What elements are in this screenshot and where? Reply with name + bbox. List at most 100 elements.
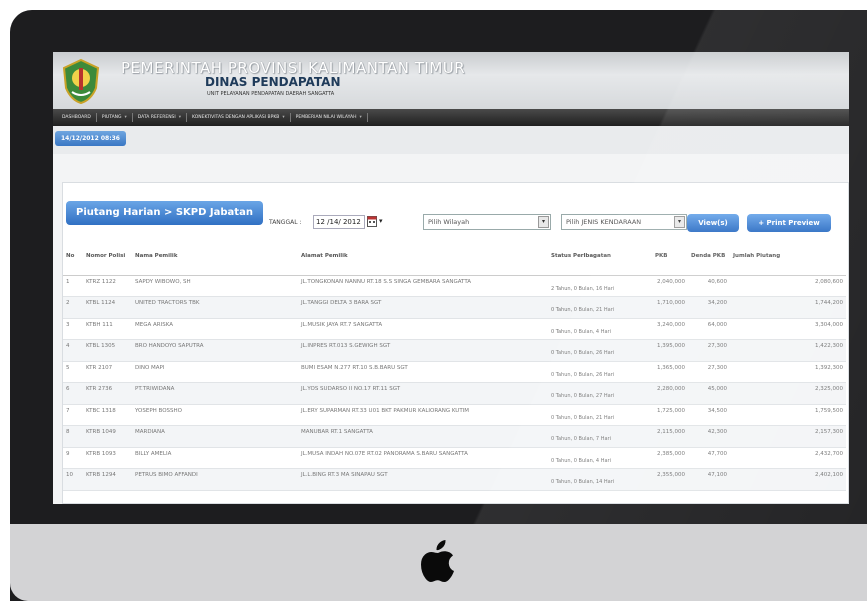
cell-no: 3	[63, 318, 83, 340]
print-preview-button[interactable]: + Print Preview	[747, 214, 831, 232]
table-body: 1 KTRZ 1122 SAPDY WIBOWO, SH JL.TONGKONAN N…	[63, 275, 846, 491]
col-header-no: No	[63, 250, 83, 276]
menu-item-data-referensi[interactable]: DATA REFERENSI ▾	[133, 113, 188, 122]
table-row[interactable]: 4 KTBL 1305 BRO HANDOYO SAPUTRA JL.INPRES R…	[63, 339, 846, 362]
calendar-icon[interactable]	[367, 215, 377, 227]
cell-nama-pemilik: UNITED TRACTORS TBK	[132, 296, 298, 319]
cell-nomor-polisi: KTBL 1124	[83, 296, 132, 319]
cell-denda: 27,300	[688, 339, 730, 362]
cell-nomor-polisi: KTRB 1294	[83, 468, 132, 491]
cell-status: 0 Tahun, 0 Bulan, 21 Hari	[548, 404, 652, 426]
table-row[interactable]: 5 KTR 2107 DINO MAPI BUMI ESAM N.277 RT.10 …	[63, 361, 846, 383]
table-row[interactable]: 1 KTRZ 1122 SAPDY WIBOWO, SH JL.TONGKONAN N…	[63, 275, 846, 297]
menu-item-dashboard[interactable]: DASHBOARD	[57, 113, 97, 122]
cell-nama-pemilik: MEGA ARISKA	[132, 318, 298, 340]
cell-pkb: 1,725,000	[652, 404, 688, 426]
cell-denda: 64,000	[688, 318, 730, 340]
wilayah-select[interactable]: Pilih Wilayah ▾	[423, 214, 551, 230]
date-bar: 14/12/2012 08:36	[53, 126, 849, 154]
cell-status: 2 Tahun, 0 Bulan, 16 Hari	[548, 275, 652, 297]
table-row[interactable]: 9 KTRB 1093 BILLY AMELIA JL.MUSA INDAH NO.0…	[63, 447, 846, 469]
date-badge[interactable]: 14/12/2012 08:36	[55, 131, 126, 146]
cell-status: 0 Tahun, 0 Bulan, 27 Hari	[548, 382, 652, 405]
cell-alamat-pemilik: JL.MUSA INDAH NO.07E RT.02 PANORAMA S.BA…	[298, 447, 548, 469]
table-row[interactable]: 10 KTRB 1294 PETRUS BIMO AFFANDI JL.L.BING …	[63, 468, 846, 491]
cell-no: 10	[63, 468, 83, 491]
cell-pkb: 2,040,000	[652, 275, 688, 297]
cell-denda: 34,200	[688, 296, 730, 319]
plus-icon: +	[758, 219, 767, 227]
cell-jumlah: 1,392,300	[730, 361, 846, 383]
cell-status: 0 Tahun, 0 Bulan, 7 Hari	[548, 425, 652, 448]
cell-no: 9	[63, 447, 83, 469]
cell-nomor-polisi: KTR 2736	[83, 382, 132, 405]
table-row[interactable]: 8 KTRB 1049 MARDIANA MANUBAR RT.1 SANGATTA 0…	[63, 425, 846, 448]
cell-denda: 27,300	[688, 361, 730, 383]
col-header-pkb: PKB	[652, 250, 688, 276]
cell-jumlah: 2,432,700	[730, 447, 846, 469]
cell-no: 6	[63, 382, 83, 405]
cell-alamat-pemilik: JL.L.BING RT.3 MA SINAPAU SGT	[298, 468, 548, 491]
cell-jumlah: 2,157,300	[730, 425, 846, 448]
col-header-denda: Denda PKB	[688, 250, 730, 276]
table-row[interactable]: 2 KTBL 1124 UNITED TRACTORS TBK JL.TANGGI D…	[63, 296, 846, 319]
cell-no: 1	[63, 275, 83, 297]
cell-pkb: 2,280,000	[652, 382, 688, 405]
monitor-bezel: PEMERINTAH PROVINSI KALIMANTAN TIMUR DIN…	[10, 10, 867, 601]
cell-status: 0 Tahun, 0 Bulan, 4 Hari	[548, 447, 652, 469]
col-header-alamat: Alamat Pemilik	[298, 250, 548, 276]
cell-alamat-pemilik: JL.INPRES RT.013 S.GEWIGH SGT	[298, 339, 548, 362]
cell-nama-pemilik: SAPDY WIBOWO, SH	[132, 275, 298, 297]
table-row[interactable]: 3 KTBH 111 MEGA ARISKA JL.MUSIK JAYA RT.7 S…	[63, 318, 846, 340]
cell-jumlah: 1,744,200	[730, 296, 846, 319]
apple-logo-icon	[421, 540, 454, 582]
cell-denda: 47,700	[688, 447, 730, 469]
cell-denda: 40,600	[688, 275, 730, 297]
cell-nomor-polisi: KTRZ 1122	[83, 275, 132, 297]
chevron-down-icon: ▾	[282, 115, 285, 120]
cell-alamat-pemilik: JL.ERY SUPARMAN RT.33 U01 BKT PAKMUR KAL…	[298, 404, 548, 426]
cell-nomor-polisi: KTBL 1305	[83, 339, 132, 362]
cell-nama-pemilik: PETRUS BIMO AFFANDI	[132, 468, 298, 491]
table-row[interactable]: 7 KTBC 1318 YOSEPH BOSSHO JL.ERY SUPARMAN R…	[63, 404, 846, 426]
jenis-kendaraan-select[interactable]: Pilih JENIS KENDARAAN ▾	[561, 214, 687, 230]
cell-pkb: 1,710,000	[652, 296, 688, 319]
tanggal-input[interactable]: 12 /14/ 2012	[313, 215, 365, 229]
main-menu: DASHBOARD PIUTANG ▾ DATA REFERENSI ▾ KONEK…	[53, 109, 849, 126]
chevron-down-icon[interactable]: ▾	[379, 217, 383, 225]
cell-denda: 45,000	[688, 382, 730, 405]
cell-nomor-polisi: KTRB 1093	[83, 447, 132, 469]
cell-alamat-pemilik: JL.TONGKONAN NANNU RT.18 S.S SINGA GEMBA…	[298, 275, 548, 297]
cell-denda: 47,100	[688, 468, 730, 491]
chevron-down-icon: ▾	[124, 115, 127, 120]
col-header-nomor-polisi: Nomor Polisi	[83, 250, 132, 276]
cell-alamat-pemilik: MANUBAR RT.1 SANGATTA	[298, 425, 548, 448]
cell-pkb: 3,240,000	[652, 318, 688, 340]
view-button[interactable]: View(s)	[687, 214, 739, 232]
menu-item-konektivitas[interactable]: KONEKTIVITAS DENGAN APLIKASI BPKB ▾	[187, 113, 291, 122]
cell-nama-pemilik: MARDIANA	[132, 425, 298, 448]
cell-pkb: 1,395,000	[652, 339, 688, 362]
cell-denda: 34,500	[688, 404, 730, 426]
cell-pkb: 1,365,000	[652, 361, 688, 383]
cell-nomor-polisi: KTR 2107	[83, 361, 132, 383]
cell-nama-pemilik: PT.TRIWIDANA	[132, 382, 298, 405]
cell-no: 5	[63, 361, 83, 383]
cell-status: 0 Tahun, 0 Bulan, 26 Hari	[548, 339, 652, 362]
app-header: PEMERINTAH PROVINSI KALIMANTAN TIMUR DIN…	[53, 52, 849, 109]
cell-jumlah: 1,422,300	[730, 339, 846, 362]
cell-nama-pemilik: DINO MAPI	[132, 361, 298, 383]
menu-item-piutang[interactable]: PIUTANG ▾	[97, 113, 133, 122]
menu-item-nilai-wilayah[interactable]: PEMBERIAN NILAI WILAYAH ▾	[291, 113, 368, 122]
table-row[interactable]: 6 KTR 2736 PT.TRIWIDANA JL.YOS SUDARSO II N…	[63, 382, 846, 405]
screen: PEMERINTAH PROVINSI KALIMANTAN TIMUR DIN…	[53, 52, 849, 504]
panel-title: Piutang Harian > SKPD Jabatan	[66, 201, 263, 225]
chevron-down-icon: ▾	[674, 216, 685, 228]
cell-no: 2	[63, 296, 83, 319]
col-header-nama: Nama Pemilik	[132, 250, 298, 276]
cell-nama-pemilik: YOSEPH BOSSHO	[132, 404, 298, 426]
cell-nomor-polisi: KTBC 1318	[83, 404, 132, 426]
cell-pkb: 2,115,000	[652, 425, 688, 448]
cell-jumlah: 3,304,000	[730, 318, 846, 340]
cell-nama-pemilik: BILLY AMELIA	[132, 447, 298, 469]
